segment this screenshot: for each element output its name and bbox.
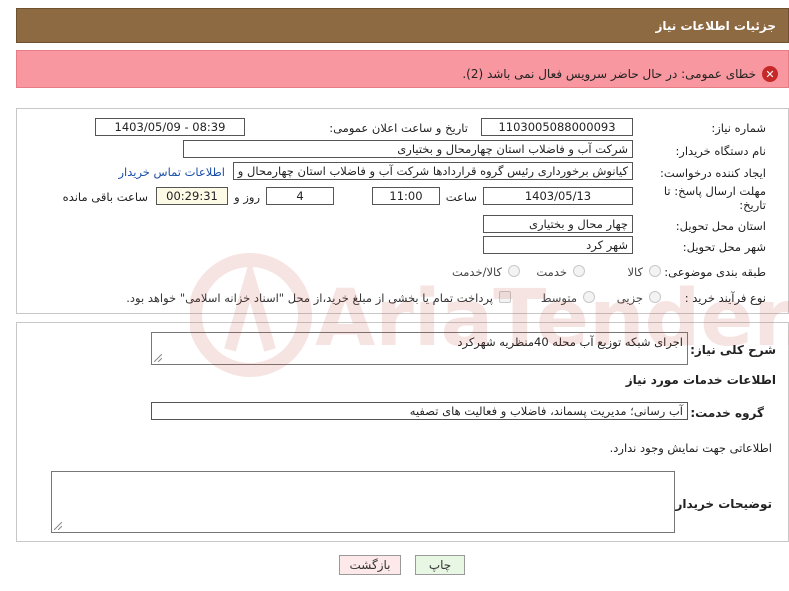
deadline-date-field: 1403/05/13 — [483, 187, 633, 205]
days-label: روز و — [234, 190, 260, 204]
services-heading: اطلاعات خدمات مورد نیاز — [625, 373, 776, 387]
error-banner: ✕ خطای عمومی: در حال حاضر سرویس فعال نمی… — [16, 50, 789, 88]
no-info-message: اطلاعاتی جهت نمایش وجود ندارد. — [609, 441, 772, 455]
category-option-goods: کالا — [627, 265, 643, 279]
page-title: جزئیات اطلاعات نیاز — [655, 19, 776, 33]
error-message: خطای عمومی: در حال حاضر سرویس فعال نمی ب… — [462, 67, 756, 81]
remaining-time-field: 00:29:31 — [156, 187, 228, 205]
buyer-org-label: نام دستگاه خریدار: — [675, 144, 766, 158]
buyer-notes-label: توضیحات خریدار: — [670, 497, 772, 511]
need-number-field: 1103005088000093 — [481, 118, 633, 136]
category-label: طبقه بندی موضوعی: — [664, 265, 766, 279]
process-label: نوع فرآیند خرید : — [684, 291, 766, 305]
category-radio-goods[interactable] — [649, 265, 661, 277]
process-radio-minor[interactable] — [649, 291, 661, 303]
deadline-label: مهلت ارسال پاسخ: تا تاریخ: — [663, 184, 766, 212]
remaining-time-label: ساعت باقی مانده — [62, 190, 148, 204]
payment-note: پرداخت تمام یا بخشی از مبلغ خرید،از محل … — [126, 291, 493, 305]
summary-text: اجرای شبکه توزیع آب محله 40منظریه شهرکرد — [457, 335, 683, 349]
category-option-service: خدمت — [536, 265, 567, 279]
province-label: استان محل تحویل: — [675, 219, 766, 233]
city-label: شهر محل تحویل: — [682, 240, 766, 254]
service-group-field: آب رسانی؛ مدیریت پسماند، فاضلاب و فعالیت… — [151, 402, 688, 420]
city-field: شهر کرد — [483, 236, 633, 254]
creator-field: کیانوش برخورداری رئیس گروه قراردادها شرک… — [233, 162, 633, 180]
category-radio-goods-service[interactable] — [508, 265, 520, 277]
process-radio-medium[interactable] — [583, 291, 595, 303]
need-details-panel: شرح کلی نیاز: اجرای شبکه توزیع آب محله 4… — [16, 322, 789, 542]
process-option-medium: متوسط — [540, 291, 577, 305]
error-icon: ✕ — [762, 66, 778, 82]
summary-textarea[interactable]: اجرای شبکه توزیع آب محله 40منظریه شهرکرد — [151, 332, 688, 365]
buyer-contact-link[interactable]: اطلاعات تماس خریدار — [118, 165, 225, 179]
days-remaining-field: 4 — [266, 187, 334, 205]
service-group-label: گروه خدمت: — [690, 406, 764, 420]
deadline-time-label: ساعت — [445, 190, 477, 204]
need-info-panel: شماره نیاز: 1103005088000093 تاریخ و ساع… — [16, 108, 789, 314]
need-number-label: شماره نیاز: — [711, 121, 766, 135]
category-radio-service[interactable] — [573, 265, 585, 277]
page-header: جزئیات اطلاعات نیاز — [16, 8, 789, 43]
category-option-goods-service: کالا/خدمت — [451, 265, 502, 279]
treasury-checkbox[interactable] — [499, 291, 511, 303]
creator-label: ایجاد کننده درخواست: — [660, 166, 766, 180]
print-button[interactable]: چاپ — [415, 555, 465, 575]
province-field: چهار محال و بختیاری — [483, 215, 633, 233]
summary-label: شرح کلی نیاز: — [690, 343, 776, 357]
process-option-minor: جزیی — [616, 291, 643, 305]
buyer-notes-textarea[interactable] — [51, 471, 675, 533]
announce-date-label: تاریخ و ساعت اعلان عمومی: — [329, 121, 468, 135]
buyer-org-field: شرکت آب و فاضلاب استان چهارمحال و بختیار… — [183, 140, 633, 158]
resize-grip-icon[interactable] — [54, 522, 62, 530]
announce-date-field: 1403/05/09 - 08:39 — [95, 118, 245, 136]
deadline-time-field: 11:00 — [372, 187, 440, 205]
resize-grip-icon[interactable] — [154, 354, 162, 362]
back-button[interactable]: بازگشت — [339, 555, 401, 575]
